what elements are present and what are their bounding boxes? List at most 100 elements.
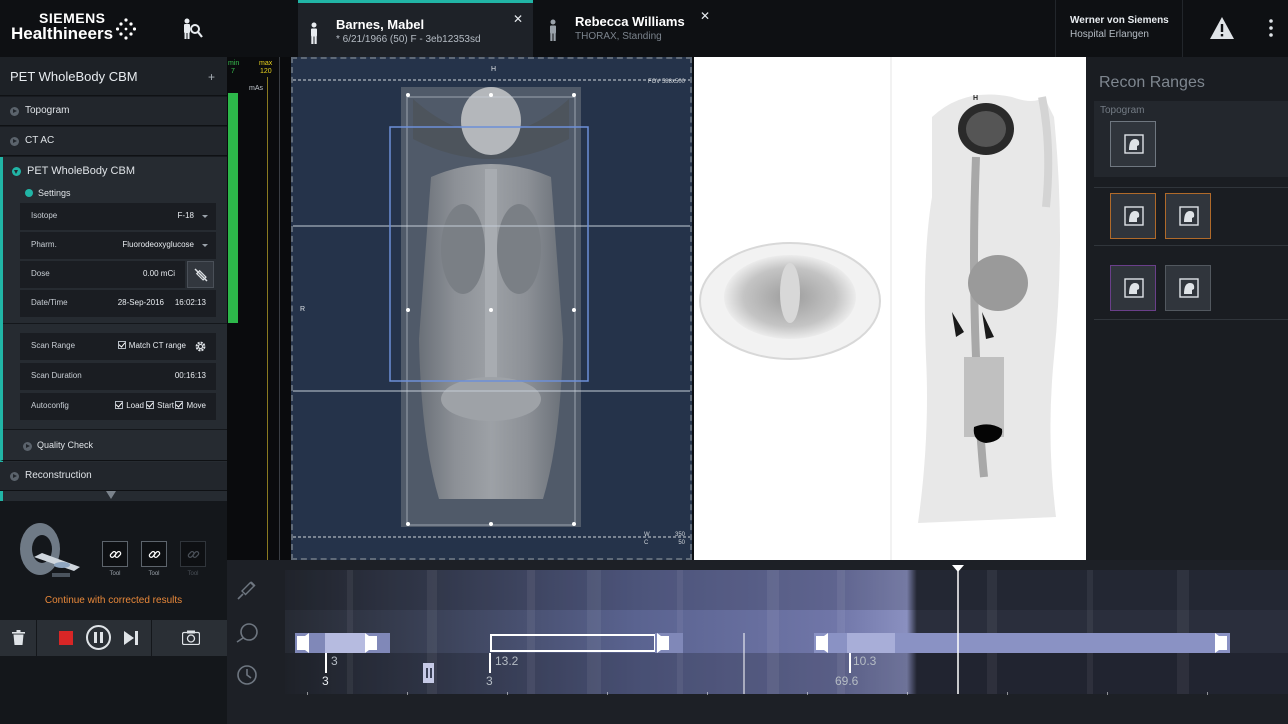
top-bar: SIEMENS Healthineers Barnes, Mabel * 6/2…	[0, 0, 1288, 57]
marker-value: 3	[486, 674, 493, 688]
user-name: Werner von Siemens	[1070, 15, 1169, 26]
recon-thumbnail-topogram[interactable]	[1110, 121, 1156, 167]
person-icon	[311, 22, 317, 44]
divider	[3, 429, 227, 430]
match-ct-checkbox[interactable]: Match CT range	[117, 341, 186, 350]
tool-button-3-disabled	[180, 541, 206, 567]
patient-tab[interactable]: Rebecca Williams THORAX, Standing ✕	[537, 0, 720, 57]
section-pet-wholebody[interactable]: PET WholeBody CBM	[0, 157, 227, 186]
siemens-healthineers-logo: SIEMENS Healthineers	[11, 10, 136, 46]
scanner-gantry-icon	[20, 523, 80, 577]
date-value: 28-Sep-2016	[117, 298, 164, 307]
recon-thumbnail-1b[interactable]	[1165, 193, 1211, 239]
pet-viewport[interactable]: H	[694, 57, 1086, 560]
subsection-settings[interactable]: Settings	[0, 183, 227, 203]
injection-icon	[237, 581, 256, 600]
trash-icon	[12, 630, 25, 645]
patient-info: THORAX, Standing	[575, 31, 662, 42]
logo-dots-icon	[116, 18, 136, 40]
dose-injector-button[interactable]	[187, 261, 214, 288]
protocol-title: PET WholeBody CBM	[10, 69, 138, 84]
patient-search-icon[interactable]	[179, 17, 203, 41]
datetime-field[interactable]: Date/Time 28-Sep-2016 16:02:13	[20, 290, 216, 317]
checkbox-checked-icon	[117, 341, 126, 349]
user-hospital: Hospital Erlangen	[1070, 29, 1149, 40]
scan-control-bar	[0, 620, 227, 656]
max-line	[267, 77, 268, 560]
continue-message[interactable]: Continue with corrected results	[0, 595, 227, 606]
head-scan-icon	[1179, 206, 1199, 226]
dose-value: 0.00 mCi	[142, 269, 175, 278]
expand-arrow-icon	[10, 472, 19, 481]
dose-field[interactable]: Dose 0.00 mCi	[20, 261, 185, 288]
head-scan-icon	[1124, 206, 1144, 226]
scroll-down-icon[interactable]	[106, 491, 116, 499]
load-checkbox[interactable]: Load	[115, 401, 144, 410]
section-quality-check[interactable]: Quality Check	[0, 432, 227, 461]
patient-info: * 6/21/1966 (50) F - 3eb12353sd	[336, 34, 481, 45]
syringe-icon	[194, 268, 208, 282]
chevron-down-icon	[202, 244, 208, 247]
more-menu-icon[interactable]	[1268, 18, 1274, 38]
pet-images	[699, 57, 1060, 560]
marker-value: 10.3	[853, 654, 877, 668]
stop-button[interactable]	[59, 631, 73, 645]
pause-icon	[94, 632, 97, 643]
protocol-header: PET WholeBody CBM +	[0, 57, 227, 96]
start-checkbox[interactable]: Start	[146, 401, 174, 410]
add-step-button[interactable]: +	[208, 70, 215, 84]
clock-icon	[237, 665, 257, 685]
window-level-values: 350 50	[674, 532, 685, 546]
gear-icon[interactable]	[194, 340, 207, 353]
isotope-value: F-18	[177, 211, 194, 220]
workflow-panel: PET WholeBody CBM + Topogram CT AC PET W…	[0, 57, 227, 724]
patient-name: Rebecca Williams	[575, 14, 685, 29]
orientation-head: H	[491, 66, 497, 73]
skip-next-icon[interactable]	[124, 631, 138, 645]
orientation-right: R	[300, 306, 306, 313]
section-reconstruction[interactable]: Reconstruction	[0, 462, 227, 491]
recon-thumbnail-1a[interactable]	[1110, 193, 1156, 239]
delete-button[interactable]	[0, 620, 37, 656]
close-tab-button[interactable]: ✕	[513, 12, 523, 26]
camera-icon	[182, 630, 200, 645]
checkbox-checked-icon	[115, 401, 124, 409]
scan-duration-value: 00:16:13	[174, 371, 206, 380]
autoconfig-field: Autoconfig Load Start Move	[20, 393, 216, 420]
section-topogram[interactable]: Topogram	[0, 97, 227, 126]
user-info[interactable]: Werner von Siemens Hospital Erlangen	[1055, 0, 1183, 57]
tool-button-1[interactable]	[102, 541, 128, 567]
tool-button-2[interactable]	[141, 541, 167, 567]
close-tab-button[interactable]: ✕	[700, 9, 710, 23]
expand-arrow-icon	[23, 442, 32, 451]
warning-icon[interactable]	[1209, 16, 1235, 40]
mas-curve	[228, 93, 238, 323]
link-icon	[148, 551, 161, 558]
pharm-value: Fluorodeoxyglucose	[122, 240, 194, 249]
patient-name: Barnes, Mabel	[336, 17, 425, 32]
section-ct-ac[interactable]: CT AC	[0, 127, 227, 156]
marker-value: 69.6	[835, 674, 859, 688]
scan-timeline[interactable]: 3 3 13.2 3 10.3 69.6	[227, 560, 1288, 724]
recon-thumbnail-2b[interactable]	[1165, 265, 1211, 311]
recon-thumbnail-2a[interactable]	[1110, 265, 1156, 311]
isotope-field[interactable]: Isotope F-18	[20, 203, 216, 230]
collapse-arrow-icon	[25, 189, 33, 197]
pause-button[interactable]	[86, 625, 111, 650]
patient-tab-active[interactable]: Barnes, Mabel * 6/21/1966 (50) F - 3eb12…	[298, 0, 533, 57]
scan-range-field[interactable]: Scan Range Match CT range	[20, 333, 216, 360]
pharm-field[interactable]: Pharm. Fluorodeoxyglucose	[20, 232, 216, 259]
topogram-viewport[interactable]: H R FOV 588x500 WC 350 50	[291, 57, 692, 560]
camera-button[interactable]	[151, 620, 227, 656]
marker-value: 13.2	[495, 654, 519, 668]
scan-duration-field: Scan Duration 00:16:13	[20, 363, 216, 390]
head-scan-icon	[1124, 134, 1144, 154]
expand-arrow-icon	[10, 137, 19, 146]
mas-modulation-strip: min 7 max 120 mAs	[227, 57, 291, 560]
scan-controls	[38, 620, 150, 656]
expand-arrow-icon	[10, 107, 19, 116]
window-level-labels: WC	[644, 532, 650, 546]
marker-value: 3	[331, 654, 338, 668]
orientation-head: H	[973, 95, 979, 102]
move-checkbox[interactable]: Move	[175, 401, 206, 410]
